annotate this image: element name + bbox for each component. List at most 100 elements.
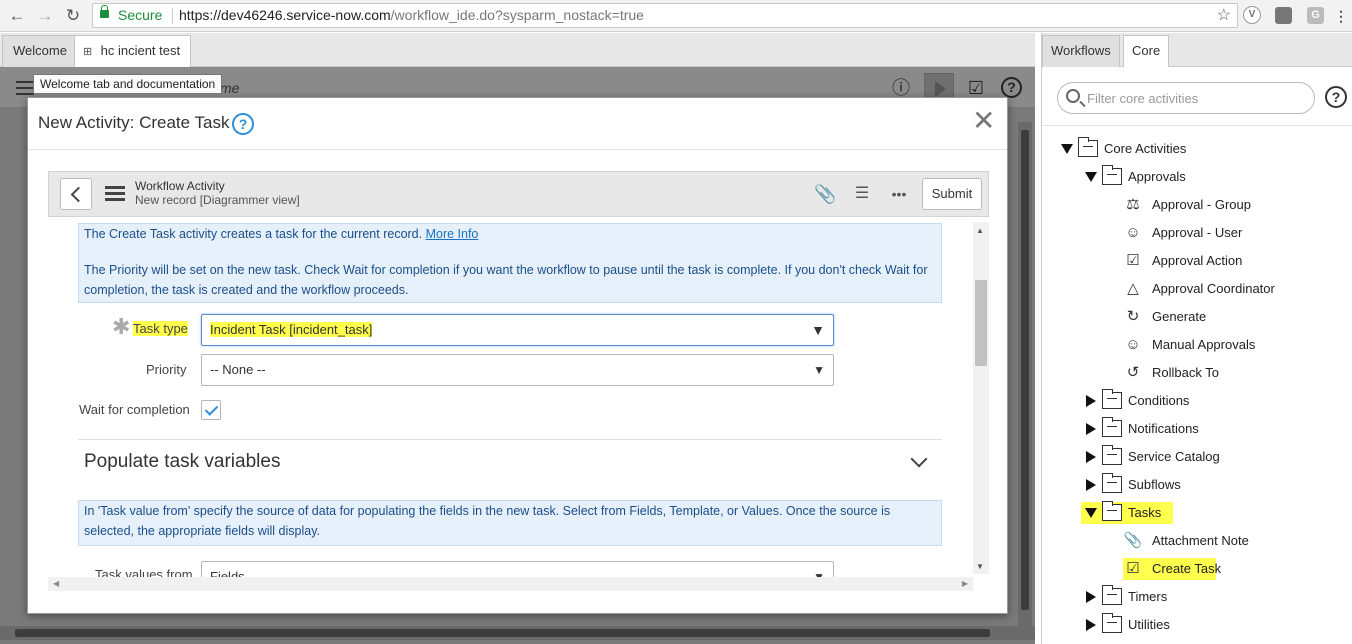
url-separator: [172, 8, 173, 24]
dropdown-caret-icon: ▼: [813, 570, 825, 577]
task-type-value: Incident Task [incident_task]: [210, 322, 373, 337]
expand-triangle-icon[interactable]: [1086, 591, 1096, 603]
info-line-1: The Create Task activity creates a task …: [84, 224, 936, 244]
tree-item-subflows[interactable]: Subflows: [1085, 473, 1345, 496]
scroll-right-icon[interactable]: ▶: [962, 579, 968, 588]
help-icon[interactable]: ?: [232, 113, 254, 135]
activity-manual-approvals[interactable]: ☺ Manual Approvals: [1123, 334, 1343, 356]
collapse-triangle-icon[interactable]: [1085, 508, 1097, 518]
activity-label: Create Task: [1152, 561, 1222, 576]
menu-icon[interactable]: [16, 81, 34, 95]
activity-approval-user[interactable]: ☺ Approval - User: [1123, 222, 1343, 244]
submit-button[interactable]: Submit: [922, 178, 982, 210]
tree-item-core-activities[interactable]: Core Activities: [1061, 137, 1351, 160]
tab-label: hc incient test: [100, 43, 181, 58]
form-title: Workflow Activity: [135, 179, 225, 193]
search-icon: [1066, 89, 1080, 103]
form-menu-icon[interactable]: [105, 186, 125, 201]
form-header: Workflow Activity New record [Diagrammer…: [48, 171, 989, 217]
tree-item-utilities[interactable]: Utilities: [1085, 613, 1345, 636]
more-options-icon[interactable]: •••: [888, 183, 910, 205]
tab-workflow[interactable]: ⊞ hc incient test: [74, 35, 192, 67]
close-icon[interactable]: ✕: [972, 106, 995, 136]
extension-icon[interactable]: [1275, 7, 1292, 24]
task-type-select[interactable]: Incident Task [incident_task] ▼: [201, 314, 834, 346]
wait-for-completion-checkbox[interactable]: [201, 400, 221, 420]
url-text: https://dev46246.service-now.com/workflo…: [179, 4, 644, 27]
tree-item-timers[interactable]: Timers: [1085, 585, 1345, 608]
tree-label: Timers: [1128, 589, 1168, 604]
form-subtitle: New record [Diagrammer view]: [135, 193, 300, 207]
collapse-triangle-icon[interactable]: [1085, 172, 1097, 182]
tree-item-conditions[interactable]: Conditions: [1085, 389, 1345, 412]
g-extension-icon[interactable]: G: [1307, 7, 1324, 24]
help-icon[interactable]: ?: [1325, 86, 1347, 108]
expand-triangle-icon[interactable]: [1086, 423, 1096, 435]
chevron-down-icon[interactable]: [910, 450, 928, 468]
tab-core[interactable]: Core: [1123, 35, 1170, 67]
info-icon[interactable]: ⓘ: [890, 77, 912, 99]
back-arrow-icon[interactable]: ←: [6, 5, 28, 27]
activity-rollback-to[interactable]: ↺ Rollback To: [1123, 362, 1343, 384]
bookmark-star-icon[interactable]: ☆: [1217, 4, 1231, 27]
activity-approval-group[interactable]: ⚖ Approval - Group: [1123, 194, 1343, 216]
tree-label: Approvals: [1128, 169, 1186, 184]
tree-label: Service Catalog: [1128, 449, 1220, 464]
task-values-from-select[interactable]: Fields ▼: [201, 561, 834, 577]
activity-create-task[interactable]: ☑ Create Task: [1123, 558, 1221, 580]
workflow-title: me: [220, 80, 240, 96]
scroll-left-icon[interactable]: ◀: [53, 579, 59, 588]
canvas-vertical-scrollbar[interactable]: [1018, 122, 1032, 627]
more-info-link[interactable]: More Info: [426, 227, 479, 241]
collapse-triangle-icon[interactable]: [1061, 144, 1073, 154]
expand-triangle-icon[interactable]: [1086, 395, 1096, 407]
tree-item-service-catalog[interactable]: Service Catalog: [1085, 445, 1345, 468]
workflow-tabs: Welcome ⊞ hc incient test: [0, 33, 1035, 67]
tree-item-approvals[interactable]: Approvals: [1085, 165, 1345, 188]
url-host: https://dev46246.service-now.com: [179, 7, 391, 23]
back-button[interactable]: [60, 178, 92, 210]
tooltip: Welcome tab and documentation: [33, 74, 223, 94]
settings-sliders-icon[interactable]: ☰: [851, 183, 873, 205]
activities-panel: Workflows Core ? Core Activities Approva…: [1041, 33, 1352, 644]
activity-label: Rollback To: [1152, 365, 1219, 380]
task-type-label: Task type: [133, 321, 188, 336]
scroll-up-icon[interactable]: ▲: [976, 226, 984, 235]
tab-workflows[interactable]: Workflows: [1042, 35, 1120, 67]
address-bar[interactable]: Secure https://dev46246.service-now.com/…: [92, 3, 1238, 28]
tree-item-tasks[interactable]: Tasks: [1081, 501, 1173, 524]
create-task-icon: ☑: [1126, 560, 1140, 577]
folder-icon: [1101, 165, 1122, 185]
filter-core-activities-input[interactable]: [1087, 88, 1307, 108]
activity-attachment-note[interactable]: 📎 Attachment Note: [1123, 530, 1343, 552]
expand-triangle-icon[interactable]: [1086, 451, 1096, 463]
form-vertical-scrollbar[interactable]: ▲ ▼: [973, 222, 989, 574]
paperclip-icon[interactable]: 📎: [814, 183, 836, 205]
folder-icon: [1101, 613, 1122, 633]
canvas-horizontal-scrollbar[interactable]: [0, 626, 1035, 640]
expand-triangle-icon[interactable]: [1086, 479, 1096, 491]
tree-item-notifications[interactable]: Notifications: [1085, 417, 1345, 440]
mandatory-asterisk: ✱: [112, 314, 131, 339]
form-horizontal-scrollbar[interactable]: ◀ ▶: [48, 577, 973, 591]
help-icon[interactable]: ?: [1001, 77, 1022, 98]
browser-menu-icon[interactable]: ⋮: [1334, 8, 1348, 25]
activity-approval-action[interactable]: ☑ Approval Action: [1123, 250, 1343, 272]
priority-select[interactable]: -- None -- ▼: [201, 354, 834, 386]
expand-triangle-icon[interactable]: [1086, 619, 1096, 631]
generate-icon: ↻: [1126, 308, 1140, 325]
activity-label: Approval - Group: [1152, 197, 1251, 212]
checkout-icon[interactable]: ☑: [965, 77, 987, 99]
add-user-icon: ☺: [1125, 336, 1141, 353]
activity-generate[interactable]: ↻ Generate: [1123, 306, 1343, 328]
activity-approval-coordinator[interactable]: △ Approval Coordinator: [1123, 278, 1343, 300]
tab-label: Core: [1132, 43, 1161, 58]
reload-icon[interactable]: ↻: [62, 5, 84, 27]
group-users-icon: ⚖: [1126, 196, 1140, 213]
vimeo-extension-icon[interactable]: V: [1243, 6, 1261, 24]
forward-arrow-icon[interactable]: →: [34, 5, 56, 27]
info-text-1: The Create Task activity creates a task …: [84, 227, 426, 241]
scroll-down-icon[interactable]: ▼: [976, 562, 984, 571]
coordinator-icon: △: [1127, 280, 1139, 297]
tab-welcome[interactable]: Welcome: [2, 35, 78, 67]
